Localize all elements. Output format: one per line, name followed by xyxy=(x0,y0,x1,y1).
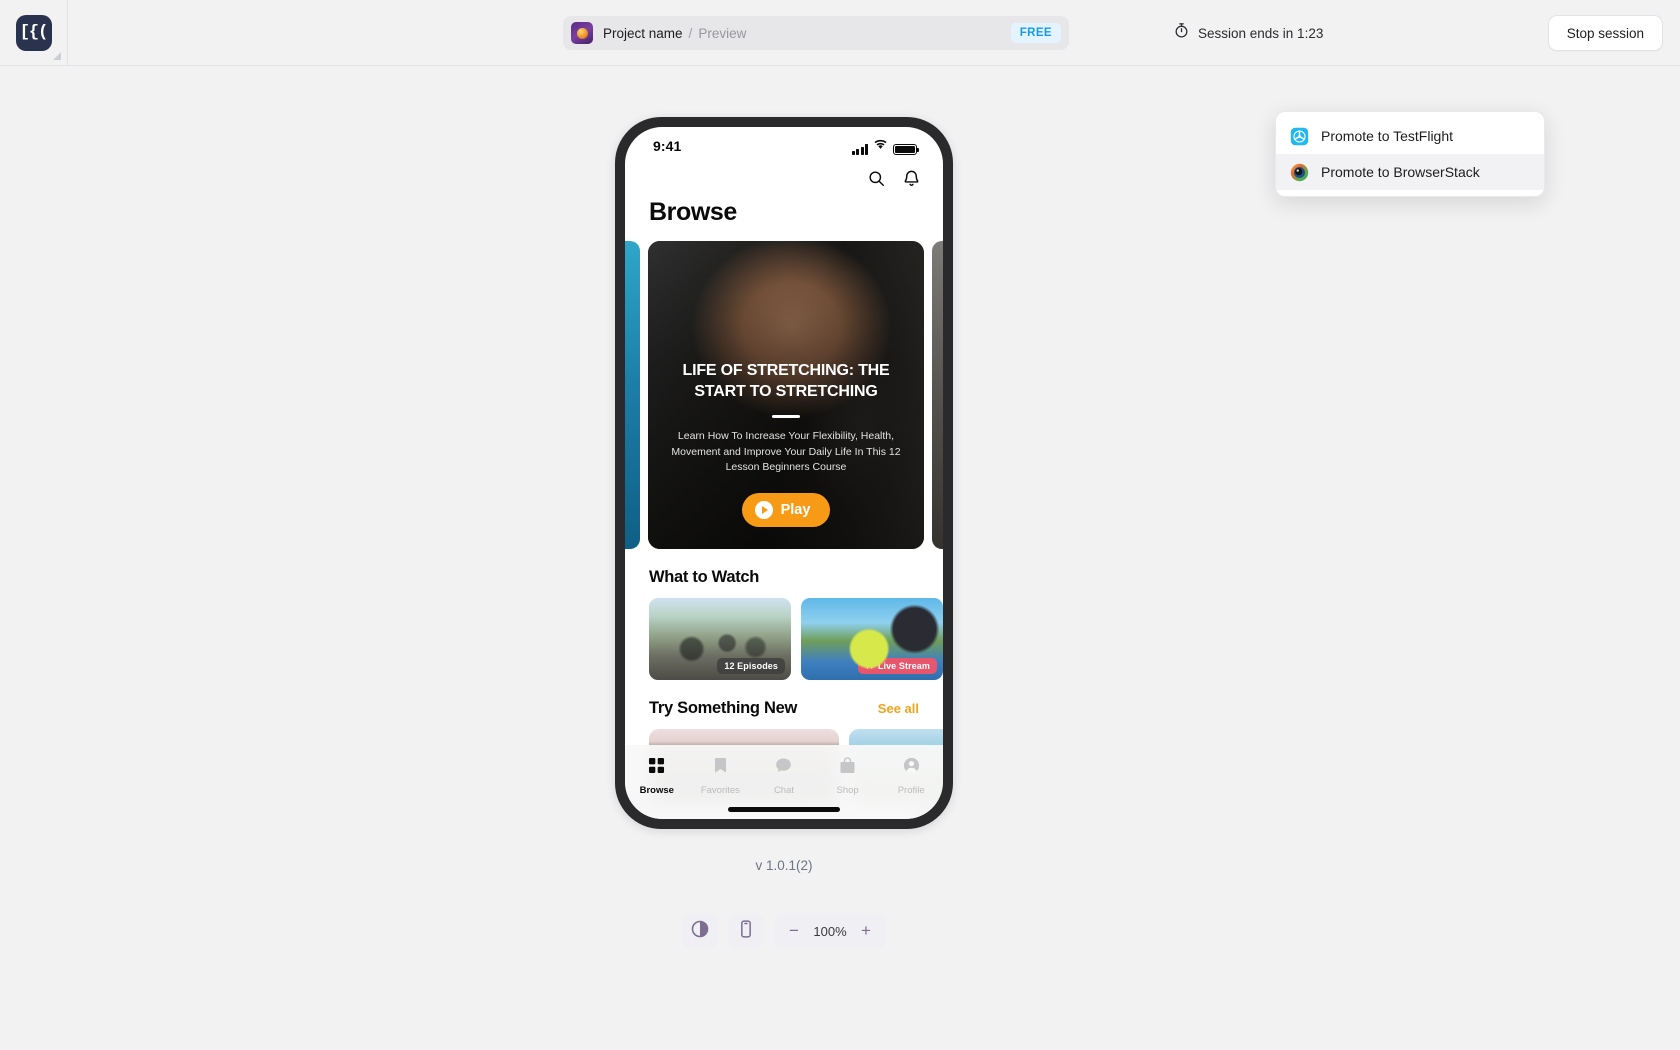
tab-label: Shop xyxy=(836,785,859,796)
bottom-tab-bar: Browse Favorites Chat Shop Profile xyxy=(625,745,943,819)
app-logo-icon[interactable]: [{( xyxy=(15,14,52,51)
play-circle-icon xyxy=(754,501,773,519)
breadcrumb-separator: / xyxy=(688,25,693,41)
stopwatch-icon xyxy=(1173,22,1190,44)
hero-title: LIFE OF STRETCHING: THE START TO STRETCH… xyxy=(682,362,890,401)
device-preview-frame: 9:41 Browse LIFE OF STRETCHING: THE STAR… xyxy=(615,117,953,829)
watch-card[interactable]: Live Stream xyxy=(801,598,943,680)
menu-item-promote-browserstack[interactable]: Promote to BrowserStack xyxy=(1276,154,1544,190)
zoom-out-button[interactable]: − xyxy=(780,917,808,945)
hero-card-prev-peek[interactable] xyxy=(625,241,640,549)
search-icon[interactable] xyxy=(867,169,886,188)
zoom-in-button[interactable]: + xyxy=(852,917,880,945)
project-name-label: Project name xyxy=(603,25,683,41)
plan-badge: FREE xyxy=(1010,23,1061,43)
live-broadcast-icon xyxy=(865,662,874,671)
hero-card-next-peek[interactable] xyxy=(932,241,943,549)
tab-shop[interactable]: Shop xyxy=(816,756,880,796)
tab-label: Favorites xyxy=(700,785,740,796)
section-title: What to Watch xyxy=(649,568,760,586)
contrast-toggle-icon xyxy=(690,919,710,944)
resize-corner-handle[interactable] xyxy=(53,51,61,60)
what-to-watch-row[interactable]: 12 Episodes Live Stream xyxy=(625,587,943,680)
hero-divider xyxy=(772,415,800,419)
chat-bubble-icon xyxy=(774,756,793,780)
project-breadcrumb-pill[interactable]: Project name / Preview FREE xyxy=(563,16,1069,50)
battery-full-icon xyxy=(893,143,920,155)
tab-label: Browse xyxy=(639,785,674,796)
see-all-link[interactable]: See all xyxy=(878,701,919,716)
app-version-label: v 1.0.1(2) xyxy=(755,858,813,873)
browserstack-icon xyxy=(1290,163,1309,182)
wifi-icon xyxy=(873,137,888,155)
preview-toolbar: − 100% + xyxy=(682,913,886,949)
section-header-try-something-new: Try Something New See all xyxy=(625,680,943,718)
app-logo-cell[interactable]: [{( xyxy=(0,0,68,66)
testflight-icon xyxy=(1290,127,1309,146)
zoom-stepper: − 100% + xyxy=(774,913,886,949)
device-select-button[interactable] xyxy=(728,913,764,949)
watch-card[interactable]: 12 Episodes xyxy=(649,598,791,680)
breadcrumb-preview-label: Preview xyxy=(698,25,747,41)
home-indicator xyxy=(728,807,840,812)
grid-icon xyxy=(647,756,666,780)
tab-label: Chat xyxy=(773,785,795,796)
page-title: Browse xyxy=(649,198,737,226)
section-title: Try Something New xyxy=(649,699,798,717)
tab-profile[interactable]: Profile xyxy=(879,756,943,796)
status-bar-time: 9:41 xyxy=(653,138,682,154)
hero-carousel[interactable]: LIFE OF STRETCHING: THE START TO STRETCH… xyxy=(625,241,943,549)
app-nav-icons xyxy=(625,165,943,188)
tab-favorites[interactable]: Favorites xyxy=(689,756,753,796)
shopping-bag-icon xyxy=(838,756,857,780)
hero-subtitle: Learn How To Increase Your Flexibility, … xyxy=(671,430,901,473)
live-stream-badge-label: Live Stream xyxy=(877,661,930,671)
project-avatar-dot xyxy=(576,27,588,39)
ios-status-bar: 9:41 xyxy=(625,127,943,165)
menu-item-label: Promote to BrowserStack xyxy=(1321,164,1480,180)
cellular-bars-icon xyxy=(851,144,868,155)
tab-label: Profile xyxy=(897,785,925,796)
section-header-what-to-watch: What to Watch xyxy=(625,549,943,587)
promote-dropdown-menu: Promote to TestFlight Promote to Browser… xyxy=(1275,111,1545,197)
play-button[interactable]: Play xyxy=(741,493,831,527)
device-screen[interactable]: 9:41 Browse LIFE OF STRETCHING: THE STAR… xyxy=(625,127,943,819)
device-phone-icon xyxy=(736,919,756,944)
tab-browse[interactable]: Browse xyxy=(625,756,689,796)
menu-item-promote-testflight[interactable]: Promote to TestFlight xyxy=(1276,118,1544,154)
menu-item-label: Promote to TestFlight xyxy=(1321,128,1454,144)
bookmark-icon xyxy=(711,756,730,780)
hero-card-featured[interactable]: LIFE OF STRETCHING: THE START TO STRETCH… xyxy=(648,241,924,549)
zoom-level-value: 100% xyxy=(813,923,847,939)
stop-session-button[interactable]: Stop session xyxy=(1547,15,1663,51)
live-stream-badge: Live Stream xyxy=(857,658,937,674)
play-button-label: Play xyxy=(780,502,811,518)
session-timer: Session ends in 1:23 xyxy=(1173,0,1323,66)
session-timer-label: Session ends in 1:23 xyxy=(1198,25,1324,41)
appearance-toggle-button[interactable] xyxy=(682,913,718,949)
person-circle-icon xyxy=(902,756,921,780)
top-bar: [{( Project name / Preview FREE Session … xyxy=(0,0,1680,66)
notification-bell-icon[interactable] xyxy=(902,169,921,188)
tab-chat[interactable]: Chat xyxy=(752,756,816,796)
project-avatar xyxy=(571,22,593,44)
episodes-badge: 12 Episodes xyxy=(717,658,785,674)
